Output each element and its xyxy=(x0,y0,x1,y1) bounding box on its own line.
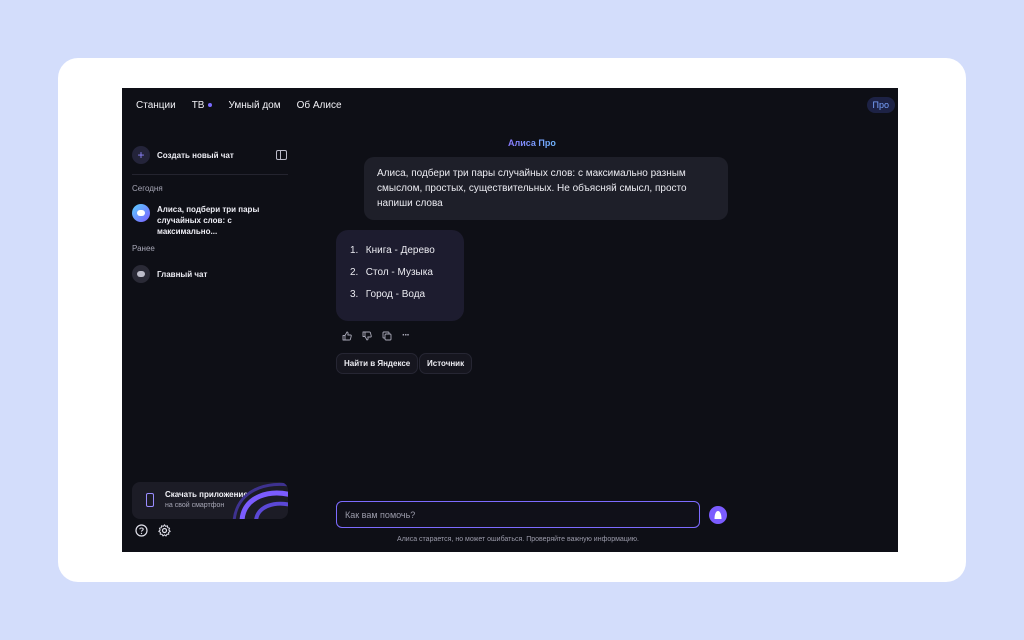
promo-decoration xyxy=(232,482,288,519)
nav-item-tv[interactable]: ТВ xyxy=(192,100,213,111)
help-icon[interactable] xyxy=(135,524,148,537)
answer-item: 1. Книга - Дерево xyxy=(350,245,435,256)
thumbs-down-icon[interactable] xyxy=(362,331,372,341)
chat-item-title: Главный чат xyxy=(157,269,208,279)
answer-item: 3. Город - Вода xyxy=(350,289,426,300)
top-nav: Станции ТВ Умный дом Об Алисе Про xyxy=(122,88,898,122)
more-options-icon[interactable]: ··· xyxy=(402,331,416,341)
sidebar: + Создать новый чат Сегодня Алиса, подбе… xyxy=(122,122,298,552)
alisa-logo-icon xyxy=(714,511,722,519)
nav-label: Об Алисе xyxy=(296,99,342,111)
new-chat-button[interactable]: + Создать новый чат xyxy=(132,146,234,164)
chat-item-main[interactable]: Главный чат xyxy=(132,265,289,283)
user-message: Алиса, подбери три пары случайных слов: … xyxy=(364,157,728,220)
sidebar-divider xyxy=(132,174,288,175)
download-app-banner[interactable]: Скачать приложение на свой смартфон xyxy=(132,482,288,519)
smartphone-icon xyxy=(146,493,154,507)
answer-item: 2. Стол - Музыка xyxy=(350,267,433,278)
message-actions: ··· xyxy=(342,331,426,341)
sidebar-toggle-icon[interactable] xyxy=(276,150,287,160)
plus-icon: + xyxy=(132,146,150,164)
nav-item-about[interactable]: Об Алисе xyxy=(297,100,342,111)
alisa-app-window: Станции ТВ Умный дом Об Алисе Про + Созд… xyxy=(122,88,898,552)
source-chip[interactable]: Источник xyxy=(419,353,473,374)
nav-item-smart-home[interactable]: Умный дом xyxy=(228,100,280,111)
new-chat-label: Создать новый чат xyxy=(157,150,234,160)
assistant-message: 1. Книга - Дерево 2. Стол - Музыка 3. Го… xyxy=(336,230,464,321)
message-input-container xyxy=(336,501,700,528)
nav-label: Станции xyxy=(136,99,176,111)
alisa-voice-button[interactable] xyxy=(709,506,727,524)
thumbs-up-icon[interactable] xyxy=(342,331,352,341)
search-yandex-chip[interactable]: Найти в Яндексе xyxy=(336,353,419,374)
nav-label: Умный дом xyxy=(228,99,281,111)
message-input[interactable] xyxy=(337,502,699,527)
chat-item-title: Алиса, подбери три пары случайных слов: … xyxy=(157,205,260,236)
chat-bubble-icon xyxy=(132,265,150,283)
chat-item-today[interactable]: Алиса, подбери три пары случайных слов: … xyxy=(132,204,289,237)
new-indicator-dot xyxy=(208,103,213,107)
section-label-earlier: Ранее xyxy=(132,244,155,253)
settings-gear-icon[interactable] xyxy=(158,524,171,537)
nav-item-stations[interactable]: Станции xyxy=(136,100,176,111)
promo-subtitle: на свой смартфон xyxy=(165,502,225,509)
nav-label: ТВ xyxy=(191,99,205,111)
alisa-chat-icon xyxy=(132,204,150,222)
copy-icon[interactable] xyxy=(382,331,392,341)
chat-title: Алиса Про xyxy=(508,138,556,148)
section-label-today: Сегодня xyxy=(132,184,163,193)
pro-badge[interactable]: Про xyxy=(866,97,895,113)
disclaimer-text: Алиса старается, но может ошибаться. Про… xyxy=(397,536,639,543)
